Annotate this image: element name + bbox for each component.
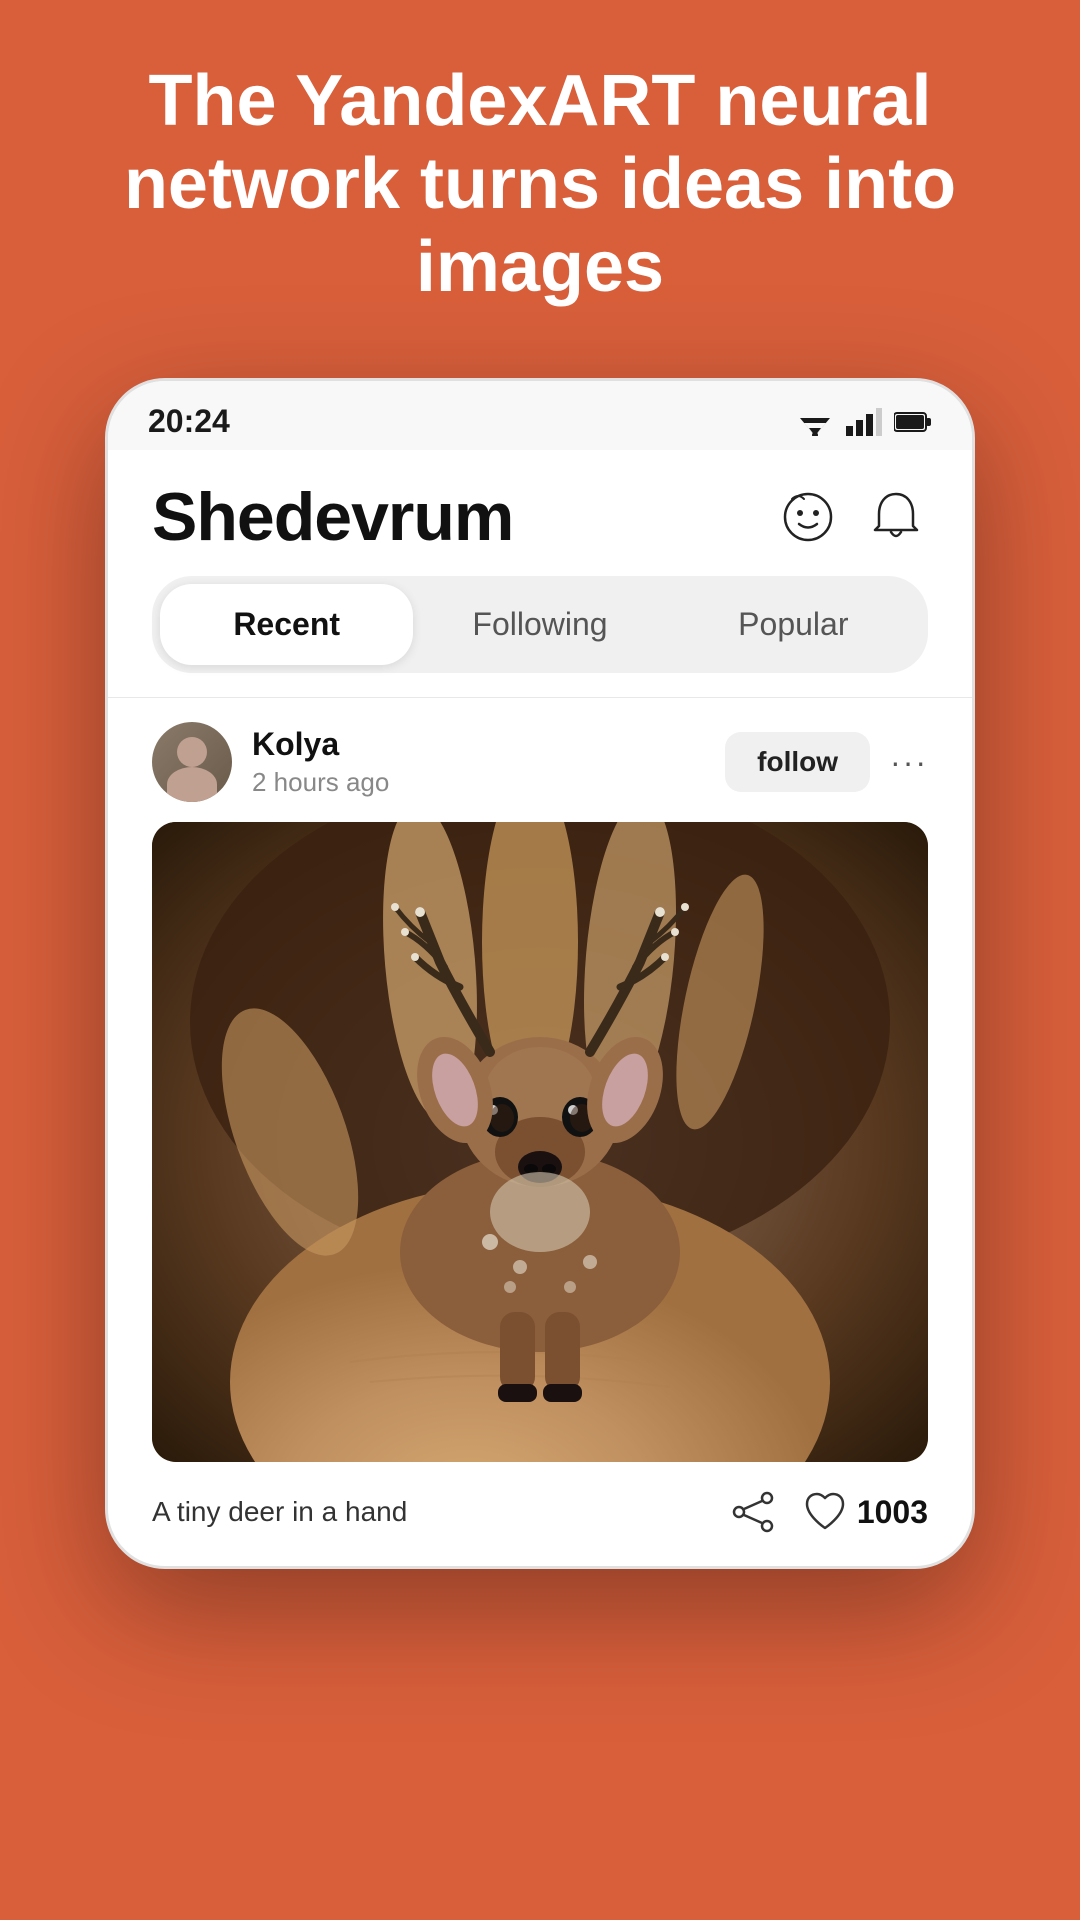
post-caption: A tiny deer in a hand xyxy=(152,1496,407,1528)
heart-icon xyxy=(803,1490,847,1534)
bell-icon xyxy=(871,490,921,544)
post-time: 2 hours ago xyxy=(252,767,389,798)
app-header: Shedevrum xyxy=(108,450,972,576)
section-divider xyxy=(108,697,972,698)
battery-icon xyxy=(894,411,932,433)
post-image xyxy=(152,822,928,1462)
phone-mockup: 20:24 Shedevru xyxy=(105,378,975,1569)
username: Kolya xyxy=(252,726,389,763)
tab-popular[interactable]: Popular xyxy=(667,584,920,665)
like-button[interactable]: 1003 xyxy=(803,1490,928,1534)
user-info: Kolya 2 hours ago xyxy=(252,726,389,798)
status-icons xyxy=(796,408,932,436)
hero-title: The YandexART neural network turns ideas… xyxy=(40,60,1040,308)
post-header: Kolya 2 hours ago follow ··· xyxy=(108,722,972,822)
post-footer: A tiny deer in a hand 1003 xyxy=(108,1462,972,1566)
follow-button[interactable]: follow xyxy=(725,732,870,792)
app-title: Shedevrum xyxy=(152,478,513,556)
like-count: 1003 xyxy=(857,1494,928,1531)
face-icon xyxy=(782,491,834,543)
header-icons xyxy=(776,485,928,549)
signal-icon xyxy=(846,408,882,436)
tab-following[interactable]: Following xyxy=(413,584,666,665)
share-icon xyxy=(731,1490,775,1534)
share-button[interactable] xyxy=(731,1490,775,1534)
more-options-button[interactable]: ··· xyxy=(890,744,928,781)
post-footer-actions: 1003 xyxy=(731,1490,928,1534)
tabs-container: Recent Following Popular xyxy=(152,576,928,673)
tab-recent[interactable]: Recent xyxy=(160,584,413,665)
status-time: 20:24 xyxy=(148,403,230,440)
deer-illustration xyxy=(152,822,928,1462)
status-bar: 20:24 xyxy=(108,381,972,450)
post-user: Kolya 2 hours ago xyxy=(152,722,389,802)
wifi-icon xyxy=(796,408,834,436)
post-actions: follow ··· xyxy=(725,732,928,792)
face-icon-btn[interactable] xyxy=(776,485,840,549)
avatar xyxy=(152,722,232,802)
bell-icon-btn[interactable] xyxy=(864,485,928,549)
